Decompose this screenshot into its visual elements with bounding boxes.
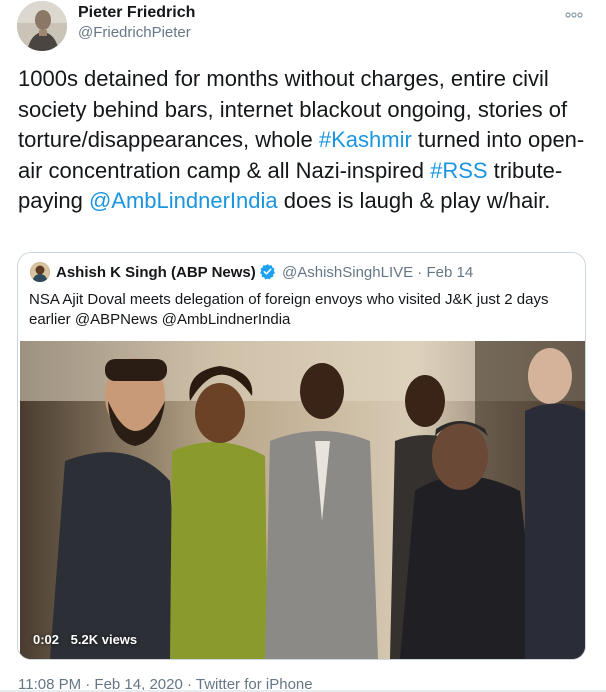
quoted-handle-date[interactable]: @AshishSinghLIVE · Feb 14 bbox=[282, 264, 473, 281]
video-stats: 0:02 5.2K views bbox=[33, 632, 145, 647]
hashtag-rss[interactable]: #RSS bbox=[430, 158, 487, 183]
verified-badge-icon bbox=[259, 263, 276, 280]
tweet: Pieter Friedrich @FriedrichPieter 1000s … bbox=[0, 0, 606, 692]
tweet-text: 1000s detained for months without charge… bbox=[18, 64, 588, 217]
author-handle[interactable]: @FriedrichPieter bbox=[78, 24, 191, 41]
mention-amblindnerindia[interactable]: @AmbLindnerIndia bbox=[89, 188, 278, 213]
more-icon[interactable] bbox=[564, 6, 584, 22]
quoted-author-name[interactable]: Ashish K Singh (ABP News) bbox=[56, 264, 256, 281]
quoted-author-avatar[interactable] bbox=[30, 262, 50, 282]
author-avatar[interactable] bbox=[17, 1, 67, 51]
quoted-text: NSA Ajit Doval meets delegation of forei… bbox=[29, 291, 549, 328]
hashtag-kashmir[interactable]: #Kashmir bbox=[319, 127, 412, 152]
author-name[interactable]: Pieter Friedrich bbox=[78, 4, 195, 22]
tweet-text-part: does is laugh & play w/hair. bbox=[277, 188, 551, 213]
video-time: 0:02 bbox=[33, 632, 60, 647]
video-views: 5.2K views bbox=[70, 632, 138, 647]
quoted-tweet[interactable]: Ashish K Singh (ABP News) @AshishSinghLI… bbox=[17, 252, 586, 660]
video-player[interactable]: 0:02 5.2K views bbox=[20, 341, 585, 659]
video-frame bbox=[20, 341, 585, 659]
